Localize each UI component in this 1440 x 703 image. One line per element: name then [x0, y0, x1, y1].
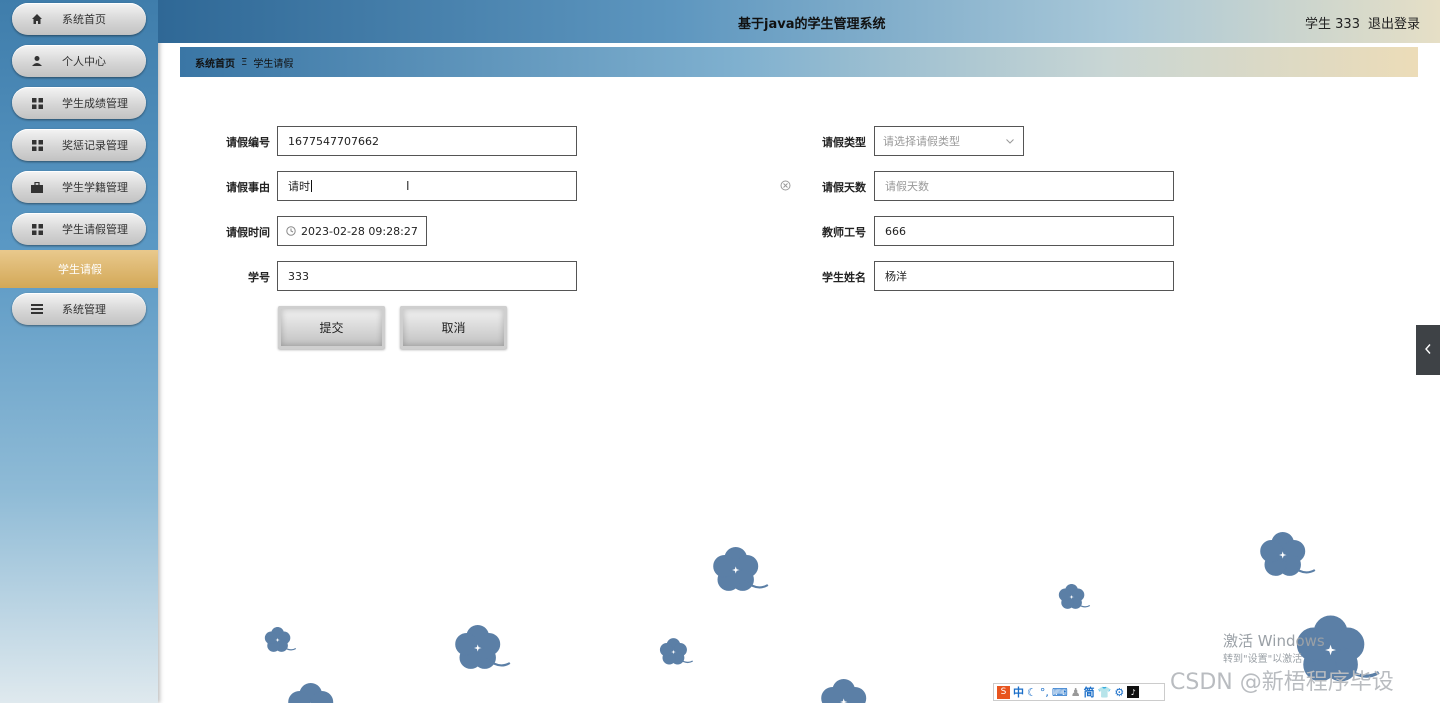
flower-decoration	[264, 626, 297, 653]
chevron-down-icon	[1005, 136, 1015, 146]
days-label: 请假天数	[822, 181, 866, 194]
sogou-icon[interactable]: S	[997, 685, 1010, 699]
leave-type-select[interactable]: 请选择请假类型	[874, 126, 1024, 156]
time-picker[interactable]: 2023-02-28 09:28:27	[277, 216, 427, 246]
breadcrumb-home[interactable]: 系统首页	[195, 55, 235, 70]
sidebar-subitem-student-leave[interactable]: 学生请假	[0, 250, 158, 288]
teacher-no-input[interactable]: 666	[874, 216, 1174, 246]
sidebar-item-label: 个人中心	[62, 55, 106, 68]
sidebar-item-system[interactable]: 系统管理	[12, 293, 146, 325]
sidebar: 系统首页 个人中心 学生成绩管理 奖惩记录管理 学生学籍管理 学生请假管理 学生…	[0, 0, 158, 703]
student-no-label: 学号	[248, 271, 270, 284]
reason-label: 请假事由	[226, 181, 270, 194]
flower-decoration	[659, 637, 694, 665]
reason-value: 请时	[288, 180, 310, 193]
grid-icon	[12, 139, 62, 151]
sidebar-item-rewards[interactable]: 奖惩记录管理	[12, 129, 146, 161]
leave-no-label: 请假编号	[226, 136, 270, 149]
sidebar-item-enrollment[interactable]: 学生学籍管理	[12, 171, 146, 203]
student-name-label: 学生姓名	[822, 271, 866, 284]
ime-mode[interactable]: 中	[1013, 684, 1024, 700]
student-no-value: 333	[288, 269, 309, 283]
ime-simplified[interactable]: 简	[1084, 684, 1095, 700]
csdn-watermark: CSDN @新梧程序毕设	[1170, 670, 1394, 695]
sidebar-item-label: 奖惩记录管理	[62, 139, 128, 152]
sidebar-item-profile[interactable]: 个人中心	[12, 45, 146, 77]
breadcrumb: 系统首页 Ξ 学生请假	[180, 47, 1418, 77]
grid-icon	[12, 97, 62, 109]
teacher-no-label: 教师工号	[822, 226, 866, 239]
ime-toolbar: S 中 ☾ °, ⌨ ♟ 简 👕 ⚙ ♪	[993, 683, 1165, 701]
home-icon	[12, 13, 62, 25]
reason-input[interactable]: 请时 I	[277, 171, 577, 201]
cancel-button[interactable]: 取消	[400, 306, 507, 349]
windows-activate-subtitle: 转到"设置"以激活	[1223, 654, 1303, 665]
grid-icon	[12, 223, 62, 235]
text-cursor-icon: I	[406, 179, 410, 193]
logout-link[interactable]: 退出登录	[1368, 13, 1420, 32]
submit-button[interactable]: 提交	[278, 306, 385, 349]
current-user: 学生 333	[1305, 17, 1360, 32]
clock-icon	[286, 226, 296, 236]
sidebar-item-grades[interactable]: 学生成绩管理	[12, 87, 146, 119]
flower-decoration	[1058, 583, 1091, 610]
gear-icon[interactable]: ⚙	[1114, 686, 1124, 699]
sidebar-item-home[interactable]: 系统首页	[12, 3, 146, 35]
side-panel-toggle[interactable]	[1416, 325, 1440, 375]
user-icon	[12, 55, 62, 67]
time-label: 请假时间	[226, 226, 270, 239]
windows-activate-title: 激活 Windows	[1223, 632, 1325, 650]
top-header: 基于java的学生管理系统 学生 333 退出登录	[158, 0, 1440, 43]
user-icon[interactable]: ♟	[1071, 686, 1081, 699]
leave-no-input[interactable]: 1677547707662	[277, 126, 577, 156]
briefcase-icon	[12, 181, 62, 193]
sidebar-item-label: 学生学籍管理	[62, 181, 128, 194]
breadcrumb-separator-icon: Ξ	[241, 56, 248, 68]
sidebar-item-label: 系统首页	[62, 13, 106, 26]
chevron-left-icon	[1424, 343, 1432, 358]
flower-decoration	[287, 682, 344, 703]
list-icon	[12, 304, 62, 314]
shirt-icon[interactable]: 👕	[1098, 686, 1112, 699]
flower-decoration	[454, 624, 511, 670]
leave-no-value: 1677547707662	[288, 134, 379, 148]
student-name-input[interactable]: 杨洋	[874, 261, 1174, 291]
time-value: 2023-02-28 09:28:27	[301, 224, 418, 238]
sidebar-item-leave[interactable]: 学生请假管理	[12, 213, 146, 245]
leave-type-placeholder: 请选择请假类型	[883, 135, 960, 148]
leave-type-label: 请假类型	[822, 136, 866, 149]
punctuation-icon[interactable]: °,	[1040, 686, 1049, 699]
flower-decoration	[712, 546, 769, 592]
flower-decoration	[1259, 531, 1316, 577]
app-title: 基于java的学生管理系统	[738, 17, 886, 32]
student-no-input[interactable]: 333	[277, 261, 577, 291]
tiktok-icon[interactable]: ♪	[1127, 686, 1140, 698]
days-input[interactable]	[874, 171, 1174, 201]
header-user-area: 学生 333 退出登录	[1305, 13, 1420, 32]
student-name-value: 杨洋	[885, 270, 907, 283]
flower-decoration	[820, 678, 877, 703]
sidebar-item-label: 学生请假管理	[62, 223, 128, 236]
sidebar-item-label: 系统管理	[62, 303, 106, 316]
breadcrumb-current: 学生请假	[253, 58, 294, 70]
sidebar-subitem-label: 学生请假	[58, 263, 102, 276]
moon-icon[interactable]: ☾	[1027, 686, 1037, 699]
keyboard-icon[interactable]: ⌨	[1052, 686, 1068, 699]
text-caret	[311, 180, 312, 192]
teacher-no-value: 666	[885, 224, 906, 238]
sidebar-item-label: 学生成绩管理	[62, 97, 128, 110]
